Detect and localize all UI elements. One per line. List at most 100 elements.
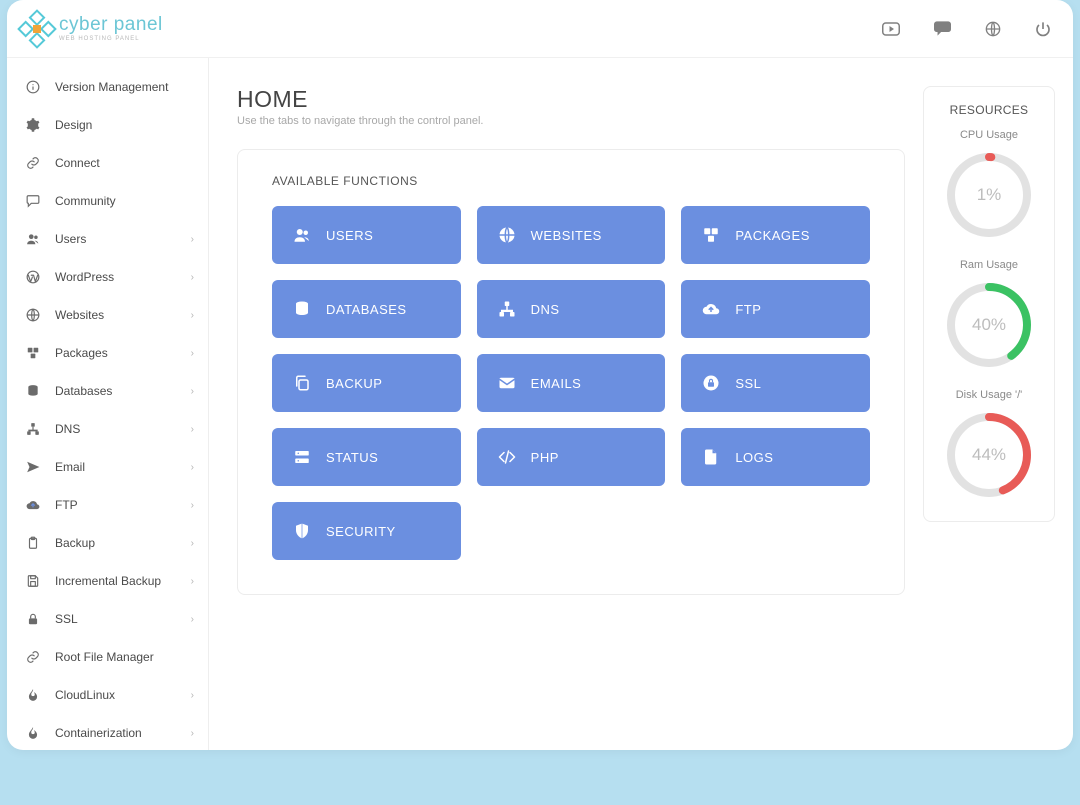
func-backup[interactable]: BACKUP bbox=[272, 354, 461, 412]
sidebar-item-cloudlinux[interactable]: CloudLinux › bbox=[7, 676, 208, 714]
sidebar-item-label: Websites bbox=[55, 308, 104, 322]
functions-panel: AVAILABLE FUNCTIONS USERS WEBSITES PACKA… bbox=[237, 149, 905, 595]
func-emails[interactable]: EMAILS bbox=[477, 354, 666, 412]
gauge-label: Ram Usage bbox=[960, 259, 1018, 271]
link-icon bbox=[23, 650, 43, 664]
gauge-value: 1% bbox=[943, 149, 1035, 241]
sitemap-icon bbox=[23, 422, 43, 436]
func-ftp[interactable]: FTP bbox=[681, 280, 870, 338]
sidebar-item-databases[interactable]: Databases › bbox=[7, 372, 208, 410]
sidebar-item-containerization[interactable]: Containerization › bbox=[7, 714, 208, 750]
chevron-right-icon: › bbox=[191, 272, 194, 283]
sidebar-item-connect[interactable]: Connect bbox=[7, 144, 208, 182]
func-label: STATUS bbox=[326, 450, 378, 465]
server-icon bbox=[292, 448, 312, 466]
globe-icon[interactable] bbox=[985, 21, 1001, 37]
sidebar-item-dns[interactable]: DNS › bbox=[7, 410, 208, 448]
lock-circle-icon bbox=[701, 374, 721, 392]
gauge-cpu-usage: CPU Usage 1% bbox=[943, 129, 1035, 241]
func-label: EMAILS bbox=[531, 376, 582, 391]
func-php[interactable]: PHP bbox=[477, 428, 666, 486]
brand-sub: WEB HOSTING PANEL bbox=[59, 36, 163, 42]
gauge-label: CPU Usage bbox=[960, 129, 1018, 141]
func-websites[interactable]: WEBSITES bbox=[477, 206, 666, 264]
cloud-up-icon bbox=[701, 300, 721, 318]
func-dns[interactable]: DNS bbox=[477, 280, 666, 338]
func-label: FTP bbox=[735, 302, 761, 317]
sidebar-item-label: Databases bbox=[55, 384, 112, 398]
sidebar-item-label: Design bbox=[55, 118, 92, 132]
chevron-right-icon: › bbox=[191, 234, 194, 245]
chevron-right-icon: › bbox=[191, 500, 194, 511]
func-users[interactable]: USERS bbox=[272, 206, 461, 264]
sidebar-item-websites[interactable]: Websites › bbox=[7, 296, 208, 334]
comment-icon bbox=[23, 194, 43, 208]
brand[interactable]: cyber panel WEB HOSTING PANEL bbox=[23, 15, 163, 43]
func-packages[interactable]: PACKAGES bbox=[681, 206, 870, 264]
sidebar-item-ftp[interactable]: FTP › bbox=[7, 486, 208, 524]
func-label: PHP bbox=[531, 450, 559, 465]
power-icon[interactable] bbox=[1035, 21, 1051, 37]
youtube-icon[interactable] bbox=[882, 22, 900, 36]
gauge-value: 44% bbox=[943, 409, 1035, 501]
code-icon bbox=[497, 448, 517, 466]
gauge-ring: 40% bbox=[943, 279, 1035, 371]
shield-icon bbox=[292, 522, 312, 540]
cloud-up-icon bbox=[23, 498, 43, 512]
sidebar-item-design[interactable]: Design bbox=[7, 106, 208, 144]
func-logs[interactable]: LOGS bbox=[681, 428, 870, 486]
header: cyber panel WEB HOSTING PANEL bbox=[7, 0, 1073, 58]
func-ssl[interactable]: SSL bbox=[681, 354, 870, 412]
file-icon bbox=[701, 448, 721, 466]
func-label: SSL bbox=[735, 376, 761, 391]
page-title: HOME bbox=[237, 86, 905, 113]
users-icon bbox=[292, 226, 312, 244]
sidebar-item-incremental-backup[interactable]: Incremental Backup › bbox=[7, 562, 208, 600]
flame-icon bbox=[23, 726, 43, 740]
brand-name: cyber panel bbox=[59, 15, 163, 34]
sidebar-item-label: Root File Manager bbox=[55, 650, 154, 664]
clipboard-icon bbox=[23, 536, 43, 550]
link-icon bbox=[23, 156, 43, 170]
save-icon bbox=[23, 574, 43, 588]
sidebar-item-label: Version Management bbox=[55, 80, 168, 94]
sidebar-item-wordpress[interactable]: WordPress › bbox=[7, 258, 208, 296]
func-label: SECURITY bbox=[326, 524, 396, 539]
chevron-right-icon: › bbox=[191, 576, 194, 587]
chat-icon[interactable] bbox=[934, 21, 951, 36]
sidebar-item-version-management[interactable]: Version Management bbox=[7, 68, 208, 106]
func-label: BACKUP bbox=[326, 376, 382, 391]
func-label: PACKAGES bbox=[735, 228, 810, 243]
info-icon bbox=[23, 80, 43, 94]
boxes-icon bbox=[23, 346, 43, 360]
chevron-right-icon: › bbox=[191, 690, 194, 701]
header-actions bbox=[882, 21, 1051, 37]
sidebar: Version Management Design Connect Commun… bbox=[7, 58, 209, 750]
chevron-right-icon: › bbox=[191, 348, 194, 359]
sidebar-item-root-file-manager[interactable]: Root File Manager bbox=[7, 638, 208, 676]
sidebar-item-packages[interactable]: Packages › bbox=[7, 334, 208, 372]
sidebar-item-label: SSL bbox=[55, 612, 78, 626]
func-security[interactable]: SECURITY bbox=[272, 502, 461, 560]
boxes-icon bbox=[701, 226, 721, 244]
sidebar-item-label: Packages bbox=[55, 346, 108, 360]
sidebar-item-users[interactable]: Users › bbox=[7, 220, 208, 258]
gauge-ring: 1% bbox=[943, 149, 1035, 241]
sidebar-item-ssl[interactable]: SSL › bbox=[7, 600, 208, 638]
gear-icon bbox=[23, 118, 43, 132]
gauge-value: 40% bbox=[943, 279, 1035, 371]
users-icon bbox=[23, 232, 43, 246]
func-databases[interactable]: DATABASES bbox=[272, 280, 461, 338]
gauge-disk-usage-: Disk Usage '/' 44% bbox=[943, 389, 1035, 501]
sidebar-item-label: Email bbox=[55, 460, 85, 474]
sidebar-item-backup[interactable]: Backup › bbox=[7, 524, 208, 562]
func-label: DNS bbox=[531, 302, 560, 317]
resources-panel: RESOURCES CPU Usage 1% Ram Usage 40% Dis… bbox=[923, 86, 1055, 522]
app-window: cyber panel WEB HOSTING PANEL Version Ma… bbox=[7, 0, 1073, 750]
sidebar-item-email[interactable]: Email › bbox=[7, 448, 208, 486]
page-subtitle: Use the tabs to navigate through the con… bbox=[237, 115, 905, 127]
chevron-right-icon: › bbox=[191, 310, 194, 321]
sidebar-item-community[interactable]: Community bbox=[7, 182, 208, 220]
globe-icon bbox=[23, 308, 43, 322]
func-status[interactable]: STATUS bbox=[272, 428, 461, 486]
